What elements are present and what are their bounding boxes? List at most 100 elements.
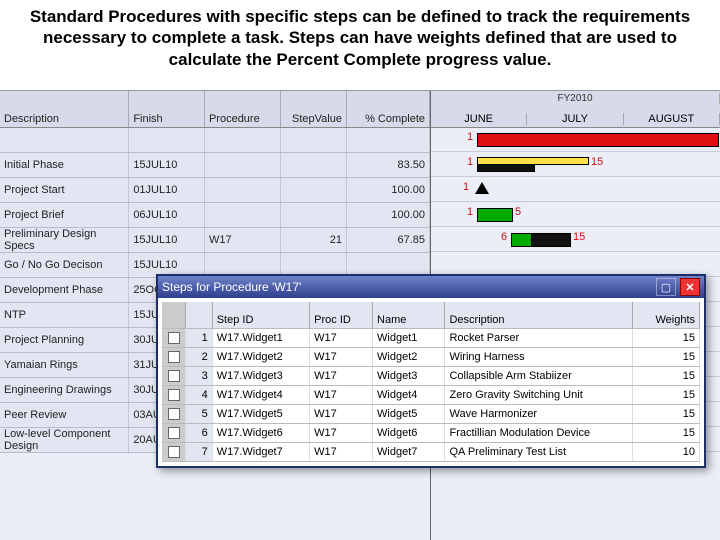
step-row[interactable]: 3W17.Widget3W17Widget3Collapsible Arm St… <box>162 367 700 386</box>
step-row[interactable]: 6W17.Widget6W17Widget6Fractillian Modula… <box>162 424 700 443</box>
cell-weight[interactable]: 15 <box>633 367 700 385</box>
gantt-bar[interactable] <box>511 233 533 247</box>
row-number[interactable]: 6 <box>186 424 212 442</box>
col-step-id[interactable]: Step ID <box>213 302 310 328</box>
cell-desc[interactable]: Fractillian Modulation Device <box>445 424 633 442</box>
col-stepvalue[interactable]: StepValue <box>281 91 347 127</box>
milestone-icon[interactable] <box>475 182 489 194</box>
cell[interactable] <box>281 128 347 152</box>
cell-step-id[interactable]: W17.Widget2 <box>213 348 310 366</box>
cell-desc[interactable]: Zero Gravity Switching Unit <box>445 386 633 404</box>
gantt-row[interactable]: 1 15 <box>431 152 720 177</box>
cell[interactable]: Project Start <box>0 178 129 202</box>
cell-weight[interactable]: 15 <box>633 329 700 347</box>
col-weights[interactable]: Weights <box>633 302 700 328</box>
cell-step-id[interactable]: W17.Widget7 <box>213 443 310 461</box>
cell[interactable]: 100.00 <box>347 203 430 227</box>
cell-desc[interactable]: Wiring Harness <box>445 348 633 366</box>
cell-step-id[interactable]: W17.Widget6 <box>213 424 310 442</box>
cell-name[interactable]: Widget7 <box>373 443 445 461</box>
step-row[interactable]: 5W17.Widget5W17Widget5Wave Harmonizer15 <box>162 405 700 424</box>
gantt-bar[interactable] <box>477 133 719 147</box>
cell[interactable] <box>347 128 430 152</box>
row-number[interactable]: 4 <box>186 386 212 404</box>
cell-step-id[interactable]: W17.Widget4 <box>213 386 310 404</box>
cell-step-id[interactable]: W17.Widget3 <box>213 367 310 385</box>
cell[interactable]: 100.00 <box>347 178 430 202</box>
col-procedure[interactable]: Procedure <box>205 91 281 127</box>
row-number[interactable]: 1 <box>186 329 212 347</box>
cell[interactable] <box>205 203 281 227</box>
cell[interactable]: NTP <box>0 303 129 327</box>
cell[interactable]: Engineering Drawings <box>0 378 129 402</box>
task-row[interactable]: Initial Phase15JUL10 83.50 <box>0 153 430 178</box>
cell-proc-id[interactable]: W17 <box>310 348 373 366</box>
step-row[interactable]: 1W17.Widget1W17Widget1Rocket Parser15 <box>162 329 700 348</box>
dialog-titlebar[interactable]: Steps for Procedure 'W17' ▢ ✕ <box>158 276 704 298</box>
cell-proc-id[interactable]: W17 <box>310 367 373 385</box>
cell[interactable]: W17 <box>205 228 281 252</box>
cell[interactable]: 15JUL10 <box>129 153 205 177</box>
cell[interactable]: Yamaian Rings <box>0 353 129 377</box>
step-row[interactable]: 4W17.Widget4W17Widget4Zero Gravity Switc… <box>162 386 700 405</box>
cell-desc[interactable]: Rocket Parser <box>445 329 633 347</box>
gantt-progress-bar[interactable] <box>477 157 589 165</box>
close-button[interactable]: ✕ <box>680 278 700 296</box>
cell-desc[interactable]: QA Preliminary Test List <box>445 443 633 461</box>
task-row[interactable]: Preliminary Design Specs15JUL10W172167.8… <box>0 228 430 253</box>
cell[interactable] <box>205 153 281 177</box>
row-selector[interactable] <box>162 329 186 347</box>
col-name[interactable]: Name <box>373 302 445 328</box>
task-row[interactable] <box>0 128 430 153</box>
cell[interactable] <box>281 178 347 202</box>
col-desc[interactable]: Description <box>445 302 633 328</box>
gantt-row[interactable]: 1 <box>431 177 720 202</box>
cell[interactable]: Initial Phase <box>0 153 129 177</box>
row-number[interactable]: 5 <box>186 405 212 423</box>
gantt-row[interactable]: 1 <box>431 127 720 152</box>
cell[interactable] <box>205 128 281 152</box>
cell[interactable]: Low-level Component Design <box>0 428 129 452</box>
col-select[interactable] <box>162 302 186 328</box>
cell-proc-id[interactable]: W17 <box>310 405 373 423</box>
cell-name[interactable]: Widget2 <box>373 348 445 366</box>
cell[interactable] <box>0 128 129 152</box>
cell[interactable]: 21 <box>281 228 347 252</box>
step-row[interactable]: 7W17.Widget7W17Widget7QA Preliminary Tes… <box>162 443 700 462</box>
cell-name[interactable]: Widget4 <box>373 386 445 404</box>
task-row[interactable]: Project Start01JUL10 100.00 <box>0 178 430 203</box>
gantt-row[interactable]: 1 5 <box>431 202 720 227</box>
cell[interactable]: 83.50 <box>347 153 430 177</box>
cell[interactable]: 06JUL10 <box>129 203 205 227</box>
cell-step-id[interactable]: W17.Widget5 <box>213 405 310 423</box>
cell-weight[interactable]: 15 <box>633 405 700 423</box>
cell-proc-id[interactable]: W17 <box>310 329 373 347</box>
row-number[interactable]: 2 <box>186 348 212 366</box>
step-row[interactable]: 2W17.Widget2W17Widget2Wiring Harness15 <box>162 348 700 367</box>
cell[interactable] <box>281 203 347 227</box>
cell[interactable]: Go / No Go Decison <box>0 253 129 277</box>
cell[interactable] <box>205 178 281 202</box>
cell-proc-id[interactable]: W17 <box>310 443 373 461</box>
cell[interactable] <box>129 128 205 152</box>
cell[interactable]: Preliminary Design Specs <box>0 228 129 252</box>
steps-grid-body[interactable]: 1W17.Widget1W17Widget1Rocket Parser152W1… <box>162 329 700 462</box>
cell[interactable] <box>281 153 347 177</box>
col-description[interactable]: Description <box>0 91 129 127</box>
cell[interactable]: Project Planning <box>0 328 129 352</box>
col-finish[interactable]: Finish <box>129 91 205 127</box>
row-selector[interactable] <box>162 424 186 442</box>
cell-weight[interactable]: 15 <box>633 348 700 366</box>
cell-name[interactable]: Widget6 <box>373 424 445 442</box>
cell[interactable]: 15JUL10 <box>129 228 205 252</box>
row-number[interactable]: 3 <box>186 367 212 385</box>
cell-desc[interactable]: Wave Harmonizer <box>445 405 633 423</box>
cell-proc-id[interactable]: W17 <box>310 386 373 404</box>
cell[interactable]: 67.85 <box>347 228 430 252</box>
cell-name[interactable]: Widget5 <box>373 405 445 423</box>
cell-step-id[interactable]: W17.Widget1 <box>213 329 310 347</box>
cell-weight[interactable]: 15 <box>633 424 700 442</box>
col-pct-complete[interactable]: % Complete <box>347 91 430 127</box>
cell-name[interactable]: Widget3 <box>373 367 445 385</box>
cell[interactable]: 01JUL10 <box>129 178 205 202</box>
